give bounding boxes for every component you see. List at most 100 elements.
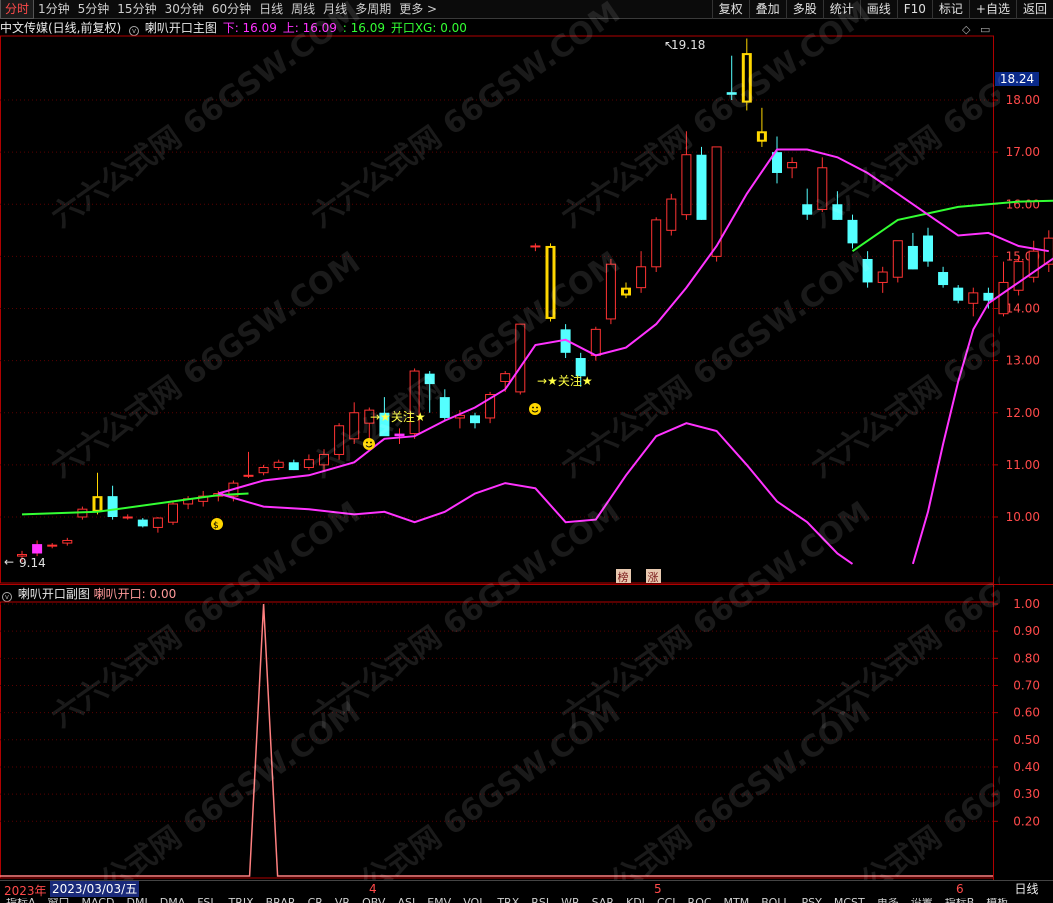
price-axis-label: 18.00 — [1006, 93, 1040, 107]
indicator-tab-13[interactable]: VOL — [457, 898, 491, 903]
indicator-tab-22[interactable]: BOLL — [755, 898, 795, 903]
candle-body-up — [590, 328, 601, 356]
candle — [470, 412, 480, 429]
indicator-tab-18[interactable]: KDJ — [620, 898, 651, 903]
indicator-tab-23[interactable]: PSY — [796, 898, 828, 903]
indicator-tab-4[interactable]: DMA — [154, 898, 192, 903]
candle-body-down — [726, 92, 737, 95]
candle — [32, 540, 43, 557]
candle — [62, 537, 73, 546]
candle — [651, 217, 662, 273]
candle — [319, 449, 329, 471]
candle-body-up — [681, 154, 692, 216]
month-label-4: 4 — [369, 882, 377, 896]
candle — [303, 454, 314, 471]
candle — [938, 266, 949, 288]
indicator-tab-1[interactable]: 窗口 — [42, 898, 76, 903]
candle-body-up — [968, 292, 979, 304]
indicator-tab-28[interactable]: 模板 — [980, 898, 1014, 903]
indicator-tab-17[interactable]: SAR — [586, 898, 620, 903]
indicator-tab-0[interactable]: 指标A — [0, 898, 42, 903]
indicator-tab-14[interactable]: TRX — [491, 898, 525, 903]
candle — [152, 517, 163, 533]
candle — [515, 323, 526, 395]
sub-axis-label: 1.00 — [1013, 597, 1040, 611]
candle — [696, 146, 707, 220]
candle — [621, 282, 631, 299]
candle-body-up — [817, 167, 828, 210]
gold-bar-inner — [548, 247, 553, 317]
price-axis-label: 12.00 — [1006, 406, 1040, 420]
indicator-tab-21[interactable]: MTM — [718, 898, 756, 903]
indicator-tab-26[interactable]: 设置 — [905, 898, 939, 903]
indicator-tab-7[interactable]: BRAR — [260, 898, 302, 903]
money-bag-symbol: $ — [213, 521, 219, 531]
candle — [877, 266, 888, 293]
candle-body-down — [424, 373, 435, 385]
rise-badge: 涨 — [648, 571, 659, 584]
sub-axis-label: 0.90 — [1013, 624, 1040, 638]
indicator-tab-8[interactable]: CR — [302, 898, 329, 903]
candle-body-down — [832, 204, 843, 220]
candle — [666, 193, 677, 236]
cursor-date: 2023/03/03/五 — [50, 881, 140, 897]
smiley-eye — [532, 406, 534, 409]
low-price-label: 9.14 — [19, 556, 46, 570]
candle — [756, 107, 767, 147]
sub-axis-label: 0.60 — [1013, 706, 1040, 720]
candle-body-down — [938, 272, 949, 286]
candle — [923, 227, 933, 267]
period-button[interactable]: 日线 — [1000, 881, 1053, 897]
month-label-5: 5 — [654, 882, 662, 896]
gold-bar-inner — [744, 55, 749, 101]
candle — [772, 136, 782, 184]
sub-axis-label: 0.50 — [1013, 733, 1040, 747]
month-label-6: 6 — [956, 882, 964, 896]
indicator-tab-20[interactable]: ROC — [682, 898, 718, 903]
indicator-tab-5[interactable]: FSL — [191, 898, 222, 903]
smiley-eye — [366, 441, 368, 444]
indicator-tab-6[interactable]: TRIX — [222, 898, 259, 903]
current-price-label: 18.24 — [1000, 72, 1034, 86]
indicator-tab-3[interactable]: DMI — [121, 898, 154, 903]
indicator-tab-10[interactable]: OBV — [356, 898, 391, 903]
indicator-tab-9[interactable]: VR — [329, 898, 356, 903]
candle-body-up — [877, 271, 888, 283]
candle — [681, 131, 692, 220]
candle-body-up — [787, 162, 798, 169]
candle — [243, 451, 254, 478]
candle-body-up — [273, 461, 284, 468]
candle — [258, 464, 269, 476]
candle — [122, 514, 133, 520]
kline-chart[interactable]: 18.0017.0016.0015.0014.0013.0012.0011.00… — [0, 0, 1053, 880]
indicator-tab-2[interactable]: MACD — [76, 898, 121, 903]
candle — [953, 285, 964, 304]
candle-body-up — [666, 198, 677, 231]
candle — [198, 490, 209, 507]
candle-body-up — [1013, 261, 1024, 291]
sub-axis-label: 0.40 — [1013, 760, 1040, 774]
indicator-tab-15[interactable]: RSI — [525, 898, 555, 903]
smiley-icon — [363, 438, 375, 450]
indicator-tab-27[interactable]: 指标B — [939, 898, 981, 903]
candle-body-down — [439, 397, 450, 418]
indicator-tab-11[interactable]: ASI — [391, 898, 421, 903]
candle — [605, 258, 616, 325]
indicator-tab-24[interactable]: MCST — [828, 898, 871, 903]
indicator-tab-12[interactable]: EMV — [421, 898, 457, 903]
date-axis: 2023年 2023/03/03/五 4 5 6 — [0, 881, 1000, 898]
candle — [802, 188, 813, 220]
candle-body-down — [923, 235, 933, 262]
candle — [847, 214, 858, 249]
indicator-tab-25[interactable]: 更多 — [871, 898, 905, 903]
candle — [349, 402, 360, 445]
attention-label-1: →★关注★ — [370, 409, 426, 424]
smiley-eye — [536, 406, 538, 409]
indicator-tab-16[interactable]: WR — [555, 898, 586, 903]
window-icon: ▭ — [980, 23, 990, 36]
attention-label-2: →★关注★ — [537, 373, 593, 388]
candle — [47, 543, 58, 549]
indicator-tab-19[interactable]: CCI — [651, 898, 682, 903]
candle — [107, 485, 118, 520]
candle — [273, 459, 284, 471]
